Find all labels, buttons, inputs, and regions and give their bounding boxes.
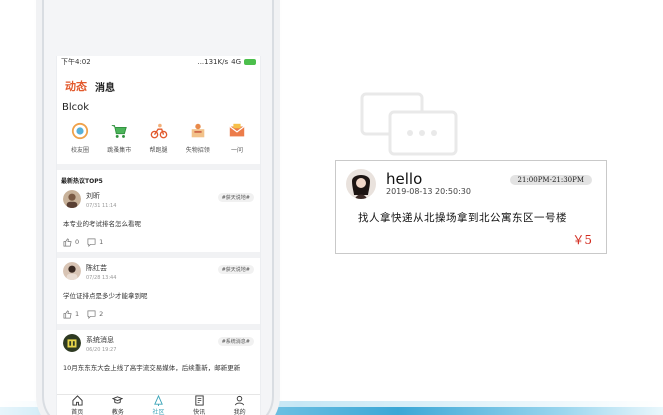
comment-icon xyxy=(87,238,96,247)
shortcut-row: 校友圈 跳蚤集市 帮跑腿 失物招领 一问 xyxy=(57,116,260,162)
tabbar-academic[interactable]: 教务 xyxy=(112,395,124,415)
signal-label: 4G xyxy=(231,58,241,66)
post-date: 06/20 19:27 xyxy=(86,347,117,353)
message-card[interactable]: hello 2019-08-13 20:50:30 21:00PM-21:30P… xyxy=(335,160,607,254)
post-tag[interactable]: #获天说地# xyxy=(217,265,254,274)
username: Blcok xyxy=(62,102,90,113)
shortcut-ask[interactable]: 一问 xyxy=(218,122,256,162)
avatar xyxy=(63,190,81,208)
post-card[interactable]: 陈红芸 07/28 13:44 #获天说地# 学位证排点是多少才能拿到呢 1 2 xyxy=(57,258,260,322)
shortcut-label: 帮跑腿 xyxy=(149,147,168,154)
shortcut-label: 校友圈 xyxy=(70,147,89,154)
tabbar-community[interactable]: 社区 xyxy=(152,395,164,415)
thumbs-up-icon xyxy=(63,237,72,246)
hat-icon xyxy=(112,396,124,404)
avatar xyxy=(63,334,81,352)
post-date: 07/31 11:14 xyxy=(86,203,117,209)
like-button[interactable]: 1 xyxy=(63,309,80,319)
tabbar-label: 快讯 xyxy=(193,409,206,415)
top-tabs: 动态 消息 xyxy=(57,68,260,94)
tabbar-home[interactable]: 首页 xyxy=(71,395,83,415)
bottom-tabbar: 首页 教务 社区 快讯 我的 xyxy=(57,394,260,415)
message-time: 2019-08-13 20:50:30 xyxy=(386,187,471,196)
shortcut-alumni[interactable]: 校友圈 xyxy=(61,122,99,162)
cart-icon xyxy=(112,125,128,138)
like-button[interactable]: 0 xyxy=(63,237,80,247)
post-content: 学位证排点是多少才能拿到呢 xyxy=(63,292,148,300)
post-date: 07/28 13:44 xyxy=(86,275,117,281)
shortcut-label: 跳蚤集市 xyxy=(107,147,132,154)
chat-bubble-icon xyxy=(360,92,458,156)
comment-button[interactable]: 2 xyxy=(87,310,103,319)
avatar xyxy=(63,262,81,280)
shortcut-lost-found[interactable]: 失物招领 xyxy=(179,122,217,162)
tree-icon xyxy=(154,395,163,406)
tabbar-news[interactable]: 快讯 xyxy=(193,395,205,415)
home-icon xyxy=(72,395,83,406)
post-content: 10月东东东大会上线了高宇流交易媒体，后续重新，邮新更新 xyxy=(63,364,241,372)
post-tag[interactable]: #获天说地# xyxy=(217,193,254,202)
lost-found-icon xyxy=(191,123,205,138)
network-speed: ...131K/s xyxy=(197,58,229,66)
tabbar-label: 教务 xyxy=(111,409,124,415)
comment-button[interactable]: 1 xyxy=(87,238,103,247)
user-icon xyxy=(235,395,245,406)
comment-count: 1 xyxy=(99,238,104,246)
shortcut-label: 一问 xyxy=(230,147,243,154)
tabbar-profile[interactable]: 我的 xyxy=(234,395,246,415)
message-title: hello xyxy=(386,170,423,188)
shortcut-label: 失物招领 xyxy=(185,147,210,154)
post-card[interactable]: 系统消息 06/20 19:27 #系统消息# 10月东东东大会上线了高宇流交易… xyxy=(57,330,260,378)
comment-icon xyxy=(87,310,96,319)
post-card[interactable]: 刘昕 07/31 11:14 #获天说地# 本专业的考试排名怎么看呢 0 1 xyxy=(57,186,260,250)
envelope-icon xyxy=(229,123,245,137)
avatar xyxy=(346,169,376,199)
tabbar-label: 我的 xyxy=(233,409,246,415)
thumbs-up-icon xyxy=(63,309,72,318)
post-author: 系统消息 xyxy=(86,336,114,344)
post-tag[interactable]: #系统消息# xyxy=(217,337,254,346)
shortcut-market[interactable]: 跳蚤集市 xyxy=(100,122,138,162)
status-time: 下午4:02 xyxy=(61,58,91,66)
message-body: 找人拿快递从北操场拿到北公寓东区一号楼 xyxy=(358,212,567,224)
circle-icon xyxy=(71,122,89,140)
phone-screen: 下午4:02 ...131K/s 4G 动态 消息 Blcok 校友圈 跳蚤集市… xyxy=(56,56,261,415)
comment-count: 2 xyxy=(99,310,104,318)
time-range-badge: 21:00PM-21:30PM xyxy=(509,175,592,185)
post-content: 本专业的考试排名怎么看呢 xyxy=(63,220,141,228)
post-author: 陈红芸 xyxy=(86,264,107,272)
shortcut-errand[interactable]: 帮跑腿 xyxy=(140,122,178,162)
price-label: ￥5 xyxy=(572,233,592,247)
status-bar: 下午4:02 ...131K/s 4G xyxy=(57,56,260,68)
bike-icon xyxy=(150,123,167,139)
like-count: 0 xyxy=(75,238,80,246)
tab-dynamic[interactable]: 动态 xyxy=(65,78,87,94)
news-icon xyxy=(194,395,204,406)
tab-messages[interactable]: 消息 xyxy=(95,79,115,94)
tabbar-label: 社区 xyxy=(152,409,165,415)
tabbar-label: 首页 xyxy=(71,409,84,415)
post-author: 刘昕 xyxy=(86,192,100,200)
battery-icon xyxy=(244,59,256,65)
section-title: 最新热议TOP5 xyxy=(61,178,103,185)
like-count: 1 xyxy=(75,310,80,318)
